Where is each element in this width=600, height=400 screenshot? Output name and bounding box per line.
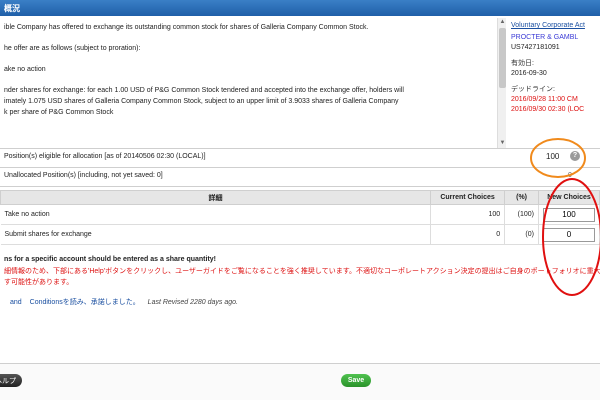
deadline-value: 2016/09/28 11:00 CM — [511, 96, 578, 103]
column-header-new: New Choices — [537, 190, 600, 205]
effective-date-label: 有効日: — [511, 60, 534, 67]
unallocated-positions-label: Unallocated Position(s) [including, not … — [4, 172, 163, 179]
effective-date-value: 2016-09-30 — [511, 70, 547, 77]
terms-conditions-link[interactable]: Conditionsを読み、承諾しました。 — [30, 299, 140, 306]
security-code: US7427181091 — [511, 44, 560, 51]
scroll-up-icon[interactable]: ▲ — [499, 19, 506, 26]
footer-bar: ヘルプ Save — [0, 363, 600, 400]
current-choice-value: 100 — [430, 204, 506, 225]
description-line: k per share of P&G Common Stock — [4, 109, 114, 116]
offer-description: ible Company has offered to exchange its… — [0, 18, 497, 148]
table-row: Submit shares for exchange 0 (0) — [0, 224, 600, 245]
deadline-label: デッドライン: — [511, 86, 555, 93]
terms-and-link[interactable]: and — [10, 299, 22, 306]
table-row: Take no action 100 (100) — [0, 204, 600, 225]
description-line: nder shares for exchange: for each 1.00 … — [4, 87, 404, 94]
description-scrollbar[interactable]: ▲ ▼ — [497, 18, 506, 148]
column-header-percent: (%) — [504, 190, 539, 205]
unallocated-positions-value: 0 — [568, 172, 572, 179]
current-choice-percent: (0) — [504, 224, 539, 245]
notice-line: す可能性があります。 — [4, 279, 74, 286]
current-choice-percent: (100) — [504, 204, 539, 225]
share-quantity-warning: ns for a specific account should be ente… — [4, 256, 216, 263]
new-choice-input-submit-shares[interactable] — [542, 227, 595, 242]
help-icon[interactable]: ? — [570, 151, 580, 161]
last-revised-text: Last Revised 2280 days ago. — [147, 299, 238, 306]
company-name: PROCTER & GAMBL — [511, 34, 579, 41]
current-choice-value: 0 — [430, 224, 506, 245]
choice-label: Submit shares for exchange — [0, 224, 431, 245]
terms-acknowledgement: and Conditionsを読み、承諾しました。 Last Revised 2… — [0, 297, 600, 307]
scroll-down-icon[interactable]: ▼ — [499, 140, 506, 147]
choices-table: 詳細 Current Choices (%) New Choices Take … — [0, 190, 600, 245]
unallocated-positions-row: Unallocated Position(s) [including, not … — [0, 168, 600, 184]
eligible-positions-row: Position(s) eligible for allocation [as … — [0, 149, 600, 165]
help-button[interactable]: ヘルプ — [0, 374, 22, 387]
deadline-value: 2016/09/30 02:30 (LOC — [511, 106, 585, 113]
description-line: ible Company has offered to exchange its… — [4, 24, 369, 31]
voluntary-corporate-action-link[interactable]: Voluntary Corporate Act — [511, 21, 597, 31]
column-header-current: Current Choices — [429, 190, 506, 205]
eligible-positions-label: Position(s) eligible for allocation [as … — [4, 153, 206, 160]
window-titlebar: 概況 — [0, 0, 600, 16]
description-line: imately 1.075 USD shares of Galleria Com… — [4, 98, 399, 105]
table-header-row: 詳細 Current Choices (%) New Choices — [0, 190, 600, 205]
description-line: he offer are as follows (subject to pror… — [4, 45, 141, 52]
choice-label: Take no action — [0, 204, 431, 225]
window-title: 概況 — [4, 4, 20, 13]
description-line: ake no action — [4, 66, 46, 73]
new-choice-input-take-no-action[interactable] — [542, 207, 595, 222]
help-recommendation-notice: 細情報のため、下部にある'Help'ボタンをクリックし、ユーザーガイドをご覧にな… — [0, 266, 600, 288]
column-header-detail: 詳細 — [0, 190, 431, 205]
save-button[interactable]: Save — [341, 374, 371, 387]
divider — [0, 186, 600, 187]
eligible-positions-value: 100 — [546, 152, 560, 161]
action-summary-panel: Voluntary Corporate Act PROCTER & GAMBL … — [508, 18, 600, 148]
notice-line: 細情報のため、下部にある'Help'ボタンをクリックし、ユーザーガイドをご覧にな… — [4, 268, 600, 275]
scroll-thumb[interactable] — [499, 28, 506, 88]
